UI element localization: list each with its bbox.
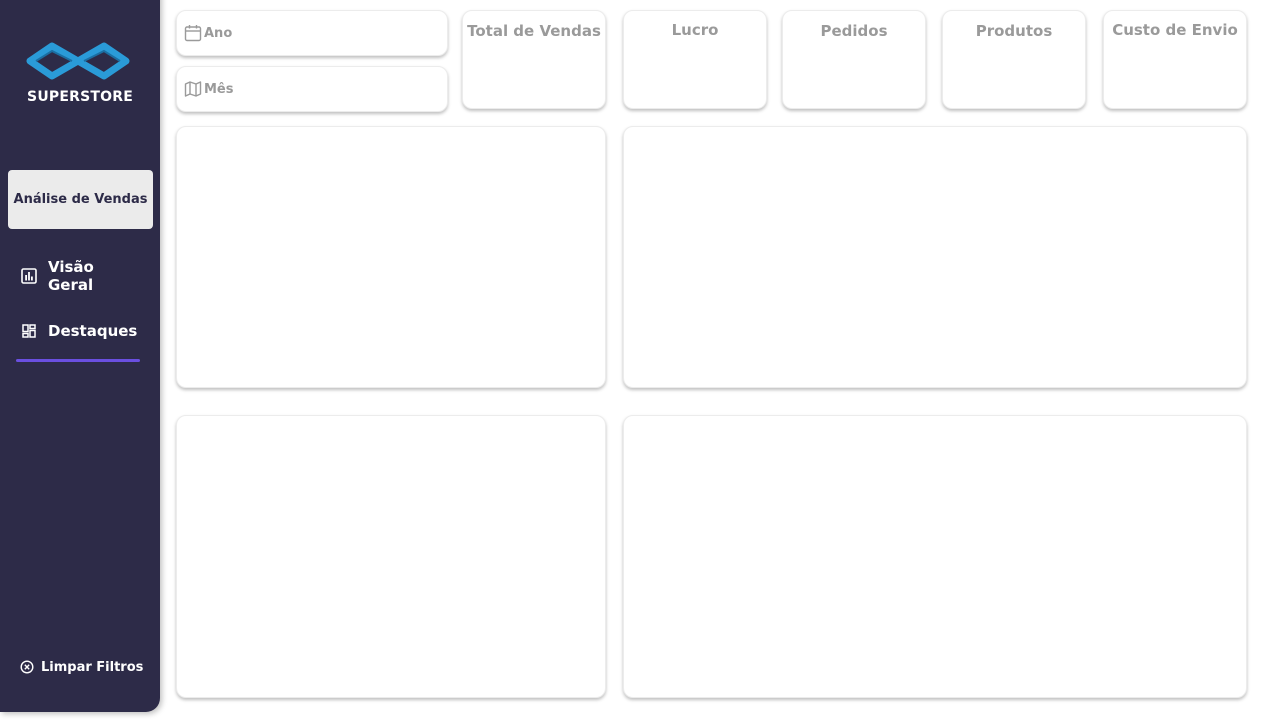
brand-name: SUPERSTORE [27,89,133,105]
kpi-title: Pedidos [820,22,888,40]
nav-overview[interactable]: Visão Geral [16,258,140,294]
kpi-card-total-sales: Total de Vendas [462,10,606,109]
kpi-title: Produtos [975,22,1053,40]
infinity-logo-icon [26,42,130,80]
kpi-title: Custo de Envio [1112,21,1238,39]
close-circle-icon [20,660,34,674]
dashboard-grid-icon [20,322,38,340]
chart-panel-bottom-right [623,415,1247,698]
sidebar: SUPERSTORE Análise de Vendas Visão Geral [0,0,160,712]
nav-overview-label: Visão Geral [48,258,94,294]
kpi-card-orders: Pedidos [782,10,926,109]
month-filter-label: Mês [204,81,234,97]
year-filter[interactable]: Ano [176,10,448,56]
kpi-card-shipping-cost: Custo de Envio [1103,10,1247,109]
kpi-title: Lucro [671,21,719,39]
bar-chart-icon [20,267,38,285]
month-filter[interactable]: Mês [176,66,448,112]
map-icon [184,80,202,98]
clear-filters-button[interactable]: Limpar Filtros [20,657,143,677]
year-filter-label: Ano [204,25,233,41]
nav-highlights-label: Destaques [48,322,138,340]
kpi-card-profit: Lucro [623,10,767,109]
chart-panel-top-left [176,126,606,388]
kpi-title: Total de Vendas [467,22,601,40]
sales-analysis-button[interactable]: Análise de Vendas [8,170,153,229]
kpi-card-products: Produtos [942,10,1086,109]
nav-highlights[interactable]: Destaques [16,316,140,346]
calendar-icon [184,24,202,42]
chart-panel-bottom-left [176,415,606,698]
chart-panel-top-right [623,126,1247,388]
clear-filters-label: Limpar Filtros [41,659,144,675]
active-nav-indicator [16,359,140,362]
